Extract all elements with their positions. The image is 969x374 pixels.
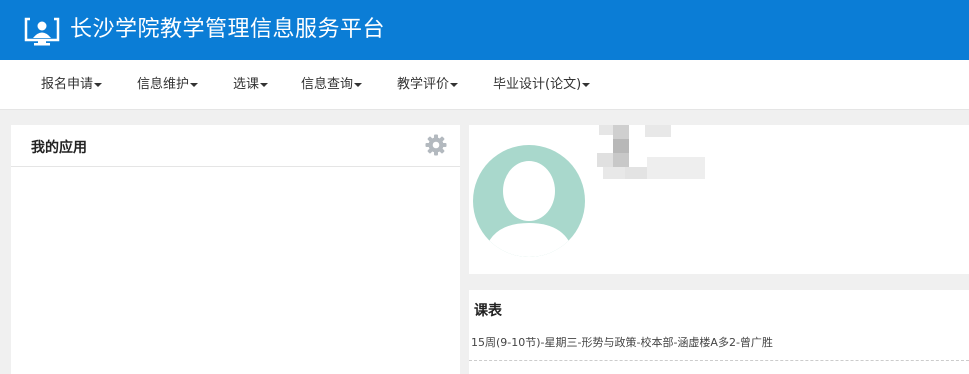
schedule-title: 课表 [474,303,502,319]
default-avatar-icon[interactable] [473,145,585,257]
caret-down-icon [354,82,363,87]
app-title: 长沙学院教学管理信息服务平台 [70,17,386,42]
schedule-divider [469,360,969,361]
blurred-user-info [645,125,671,137]
panel-divider [11,166,460,167]
my-apps-panel: 我的应用 [11,125,460,374]
blurred-user-info [613,153,629,167]
main-nav: 报名申请 信息维护 选课 信息查询 教学评价 毕业设计(论文) [0,60,969,110]
nav-item-graduation-design[interactable]: 毕业设计(论文) [493,60,591,110]
caret-down-icon [190,82,199,87]
my-apps-title: 我的应用 [31,140,87,156]
caret-down-icon [94,82,103,87]
schedule-entry[interactable]: 15周(9-10节)-星期三-形势与政策-校本部-涵虚楼A多2-曾广胜 [471,334,773,350]
caret-down-icon [260,82,269,87]
nav-item-info-maintenance[interactable]: 信息维护 [137,60,199,110]
nav-item-label: 信息查询 [301,77,354,92]
blurred-user-info [613,125,629,139]
profile-panel [469,125,969,274]
monitor-user-icon[interactable] [24,14,60,46]
caret-down-icon [582,82,591,87]
nav-item-registration[interactable]: 报名申请 [41,60,103,110]
schedule-panel: 课表 15周(9-10节)-星期三-形势与政策-校本部-涵虚楼A多2-曾广胜 [469,290,969,374]
nav-item-teaching-evaluation[interactable]: 教学评价 [397,60,459,110]
blurred-user-info [647,157,705,179]
caret-down-icon [450,82,459,87]
blurred-user-info [613,139,629,153]
nav-item-label: 信息维护 [137,77,190,92]
blurred-user-info [603,167,625,179]
blurred-user-info [597,153,613,167]
nav-item-label: 毕业设计(论文) [493,77,582,92]
gear-icon[interactable] [425,134,447,156]
nav-item-info-query[interactable]: 信息查询 [301,60,363,110]
top-header: 长沙学院教学管理信息服务平台 [0,0,969,60]
nav-item-label: 选课 [233,77,260,92]
blurred-user-info [625,167,647,179]
nav-item-course-selection[interactable]: 选课 [233,60,269,110]
nav-item-label: 报名申请 [41,77,94,92]
nav-item-label: 教学评价 [397,77,450,92]
